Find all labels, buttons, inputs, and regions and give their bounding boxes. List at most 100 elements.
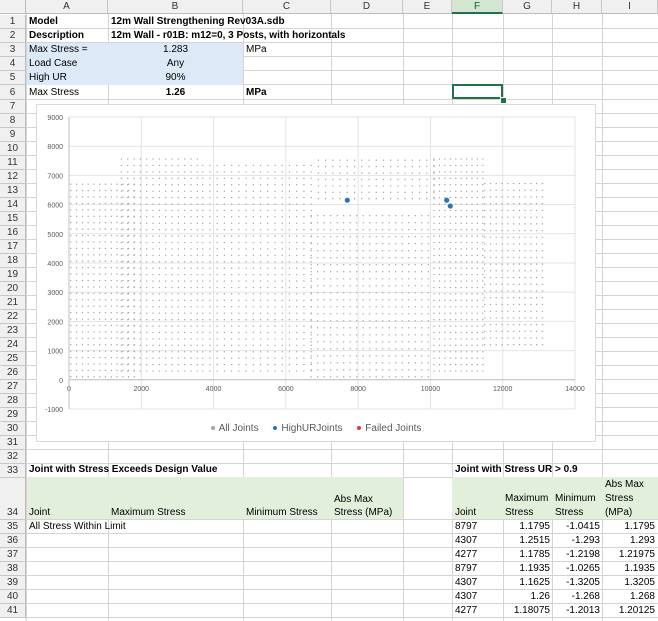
- min-stress-cell[interactable]: -1.0415: [552, 520, 600, 534]
- row-header[interactable]: 10: [0, 142, 26, 156]
- max-stress-cell[interactable]: 1.1795: [503, 520, 550, 534]
- max-stress-cell[interactable]: 1.1935: [503, 562, 550, 576]
- row-header[interactable]: 27: [0, 380, 26, 394]
- max-stress-cell[interactable]: 1.2515: [503, 534, 550, 548]
- row-header[interactable]: 31: [0, 436, 26, 450]
- min-stress-cell[interactable]: -1.293: [552, 534, 600, 548]
- row-header[interactable]: 41: [0, 604, 26, 618]
- row-header[interactable]: 4: [0, 57, 26, 71]
- row-header[interactable]: 34: [0, 478, 26, 520]
- row-header[interactable]: 24: [0, 338, 26, 352]
- row-header[interactable]: 21: [0, 296, 26, 310]
- row-header[interactable]: 40: [0, 590, 26, 604]
- joint-marker: [449, 344, 452, 347]
- row-header[interactable]: 20: [0, 282, 26, 296]
- column-header-h[interactable]: H: [552, 0, 602, 14]
- max-stress-input[interactable]: 1.283: [108, 43, 243, 57]
- row-header[interactable]: 35: [0, 520, 26, 534]
- description-value[interactable]: 12m Wall - r01B: m12=0, 3 Posts, with ho…: [111, 29, 345, 43]
- joint-cell[interactable]: 8797: [455, 520, 501, 534]
- row-header[interactable]: 6: [0, 85, 26, 100]
- load-case-input[interactable]: Any: [108, 57, 243, 71]
- abs-stress-cell[interactable]: 1.20125: [602, 604, 655, 618]
- joint-marker: [408, 285, 410, 287]
- row-header[interactable]: 9: [0, 128, 26, 142]
- joint-cell[interactable]: 4277: [455, 604, 501, 618]
- min-stress-cell[interactable]: -1.3205: [552, 576, 600, 590]
- max-stress-cell[interactable]: 1.18075: [503, 604, 550, 618]
- abs-stress-cell[interactable]: 1.293: [602, 534, 655, 548]
- abs-stress-cell[interactable]: 1.1795: [602, 520, 655, 534]
- result-value[interactable]: 1.26: [108, 86, 243, 100]
- joint-marker: [411, 172, 414, 174]
- row-header[interactable]: 37: [0, 548, 26, 562]
- row-header[interactable]: 38: [0, 562, 26, 576]
- row-header[interactable]: 14: [0, 198, 26, 212]
- joint-marker: [75, 222, 78, 224]
- min-stress-cell[interactable]: -1.268: [552, 590, 600, 604]
- min-stress-cell[interactable]: -1.2013: [552, 604, 600, 618]
- max-stress-cell[interactable]: 1.1785: [503, 548, 550, 562]
- column-header-a[interactable]: A: [26, 0, 108, 14]
- row-header[interactable]: 30: [0, 422, 26, 436]
- joint-cell[interactable]: 4307: [455, 576, 501, 590]
- row-header[interactable]: 17: [0, 240, 26, 254]
- scatter-chart[interactable]: -1000 0 1000 2000 3000 4000 5000 6000 7000 8000 90…: [36, 104, 596, 442]
- row-header[interactable]: 22: [0, 310, 26, 324]
- row-header[interactable]: 8: [0, 114, 26, 128]
- row-header[interactable]: 7: [0, 100, 26, 114]
- row-header[interactable]: 32: [0, 450, 26, 464]
- joint-marker: [230, 184, 233, 186]
- column-header-c[interactable]: C: [243, 0, 331, 14]
- row-header[interactable]: 19: [0, 268, 26, 282]
- row-header[interactable]: 3: [0, 43, 26, 57]
- column-header-e[interactable]: E: [403, 0, 452, 14]
- abs-stress-cell[interactable]: 1.3205: [602, 576, 655, 590]
- high-ur-input[interactable]: 90%: [108, 71, 243, 85]
- row-header[interactable]: 13: [0, 184, 26, 198]
- row-header[interactable]: 1: [0, 15, 26, 29]
- row-header[interactable]: 2: [0, 29, 26, 43]
- column-header-i[interactable]: I: [602, 0, 658, 14]
- min-stress-cell[interactable]: -1.2198: [552, 548, 600, 562]
- load-case-label: Load Case: [29, 58, 78, 69]
- row-header[interactable]: 11: [0, 156, 26, 170]
- abs-stress-cell[interactable]: 1.21975: [602, 548, 655, 562]
- row-header[interactable]: 33: [0, 464, 26, 478]
- row-header[interactable]: 29: [0, 408, 26, 422]
- joint-cell[interactable]: 8797: [455, 562, 501, 576]
- abs-stress-cell[interactable]: 1.268: [602, 590, 655, 604]
- joint-marker: [501, 276, 503, 279]
- row-header[interactable]: 12: [0, 170, 26, 184]
- selected-cell-f6[interactable]: [452, 84, 503, 99]
- min-stress-cell[interactable]: -1.0265: [552, 562, 600, 576]
- row-header[interactable]: 39: [0, 576, 26, 590]
- column-header-b[interactable]: B: [108, 0, 243, 14]
- row-header[interactable]: 25: [0, 352, 26, 366]
- model-value[interactable]: 12m Wall Strengthening Rev03A.sdb: [111, 15, 285, 29]
- joint-marker: [152, 229, 154, 231]
- right-table-title: Joint with Stress UR > 0.9: [455, 464, 578, 475]
- joint-cell[interactable]: 4277: [455, 548, 501, 562]
- row-header[interactable]: 5: [0, 71, 26, 85]
- joint-marker: [482, 196, 484, 199]
- row-header[interactable]: 36: [0, 534, 26, 548]
- column-header-d[interactable]: D: [331, 0, 403, 14]
- max-stress-cell[interactable]: 1.1625: [503, 576, 550, 590]
- row-header[interactable]: 28: [0, 394, 26, 408]
- fill-handle[interactable]: [500, 97, 507, 104]
- row-header[interactable]: 16: [0, 226, 26, 240]
- max-stress-cell[interactable]: 1.26: [503, 590, 550, 604]
- abs-stress-cell[interactable]: 1.1935: [602, 562, 655, 576]
- joint-cell[interactable]: 4307: [455, 534, 501, 548]
- row-header[interactable]: 15: [0, 212, 26, 226]
- row-header[interactable]: 18: [0, 254, 26, 268]
- joint-marker: [133, 299, 135, 302]
- joint-cell[interactable]: 4307: [455, 590, 501, 604]
- row-header[interactable]: 26: [0, 366, 26, 380]
- spreadsheet[interactable]: A B C D E F G H I 1 2 3 4 5 6 7 8 9 10 11 12 13 14 15 1…: [0, 0, 658, 621]
- row-header[interactable]: 23: [0, 324, 26, 338]
- column-header-g[interactable]: G: [503, 0, 552, 14]
- column-header-f[interactable]: F: [452, 0, 503, 14]
- select-all-corner[interactable]: [0, 0, 26, 14]
